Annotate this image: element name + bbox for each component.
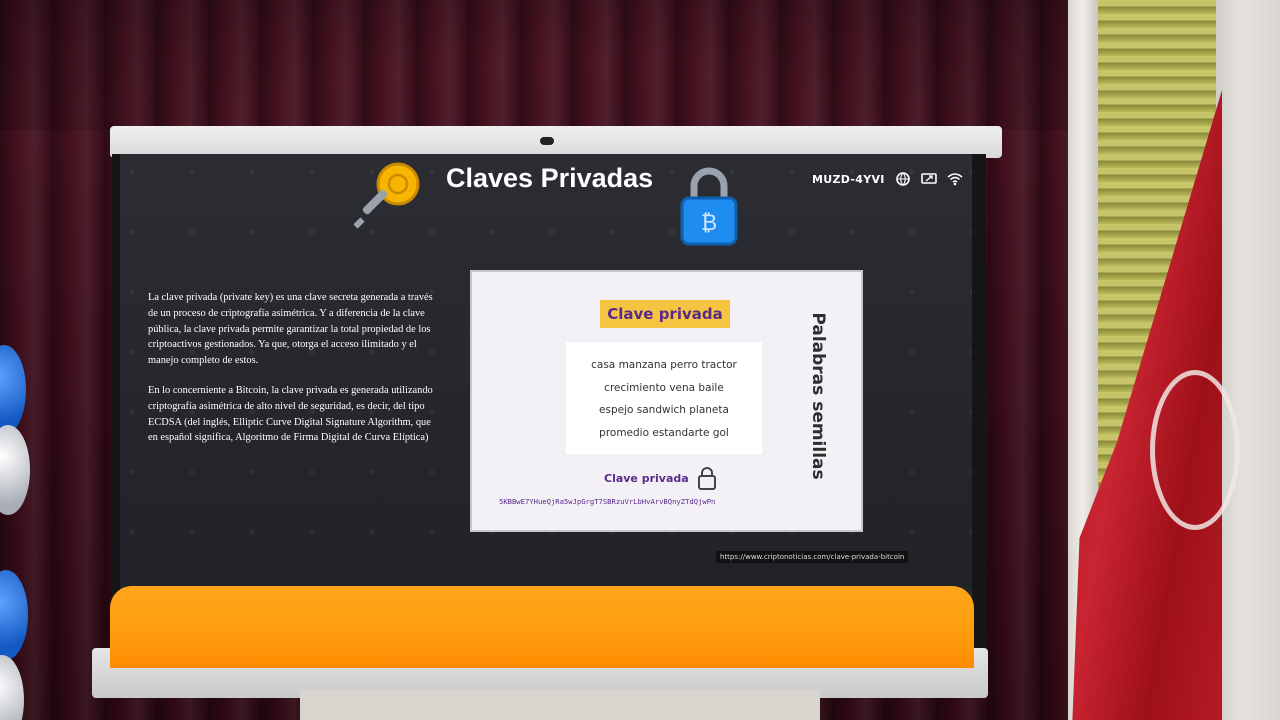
- description-paragraph: En lo concerniente a Bitcoin, la clave p…: [148, 384, 433, 444]
- card-title: Clave privada: [600, 300, 730, 328]
- seed-line: crecimiento vena baile: [604, 381, 724, 394]
- padlock-icon: ₿: [680, 167, 738, 246]
- svg-text:₿: ₿: [701, 211, 717, 236]
- source-url[interactable]: https://www.criptonoticias.com/clave-pri…: [716, 551, 909, 563]
- slide-title: Claves Privadas: [446, 163, 654, 193]
- side-wall: [1216, 0, 1280, 720]
- camera-icon: [540, 137, 554, 145]
- curtain-shadow: [0, 0, 1080, 130]
- status-bar: MUZD-4YVI: [812, 170, 963, 188]
- wifi-icon[interactable]: [947, 172, 963, 186]
- seed-line: espejo sandwich planeta: [599, 404, 729, 416]
- flag-seal: [1150, 370, 1240, 530]
- seed-line: promedio estandarte gol: [599, 426, 729, 439]
- lock-icon: [698, 467, 716, 490]
- screen-share-icon[interactable]: [920, 172, 937, 186]
- room-code: MUZD-4YVI: [812, 172, 885, 186]
- key-icon: [353, 162, 420, 229]
- private-key-label: Clave privada: [604, 472, 689, 485]
- seed-line: casa manzana perro tractor: [591, 359, 737, 371]
- globe-icon[interactable]: [895, 172, 911, 186]
- seed-words-label: Palabras semillas: [808, 312, 828, 480]
- slide-footer-bar: [110, 586, 974, 668]
- slide-description: La clave privada (private key) es una cl…: [148, 290, 438, 446]
- display-stand: [300, 690, 820, 720]
- private-key-value: 5KBBwE7YHueQjRa5wJpGrgT7SBRzuVrLbHvArvBQ…: [499, 497, 716, 506]
- seed-words-box: casa manzana perro tractor crecimiento v…: [566, 342, 762, 454]
- description-paragraph: La clave privada (private key) es una cl…: [148, 292, 433, 367]
